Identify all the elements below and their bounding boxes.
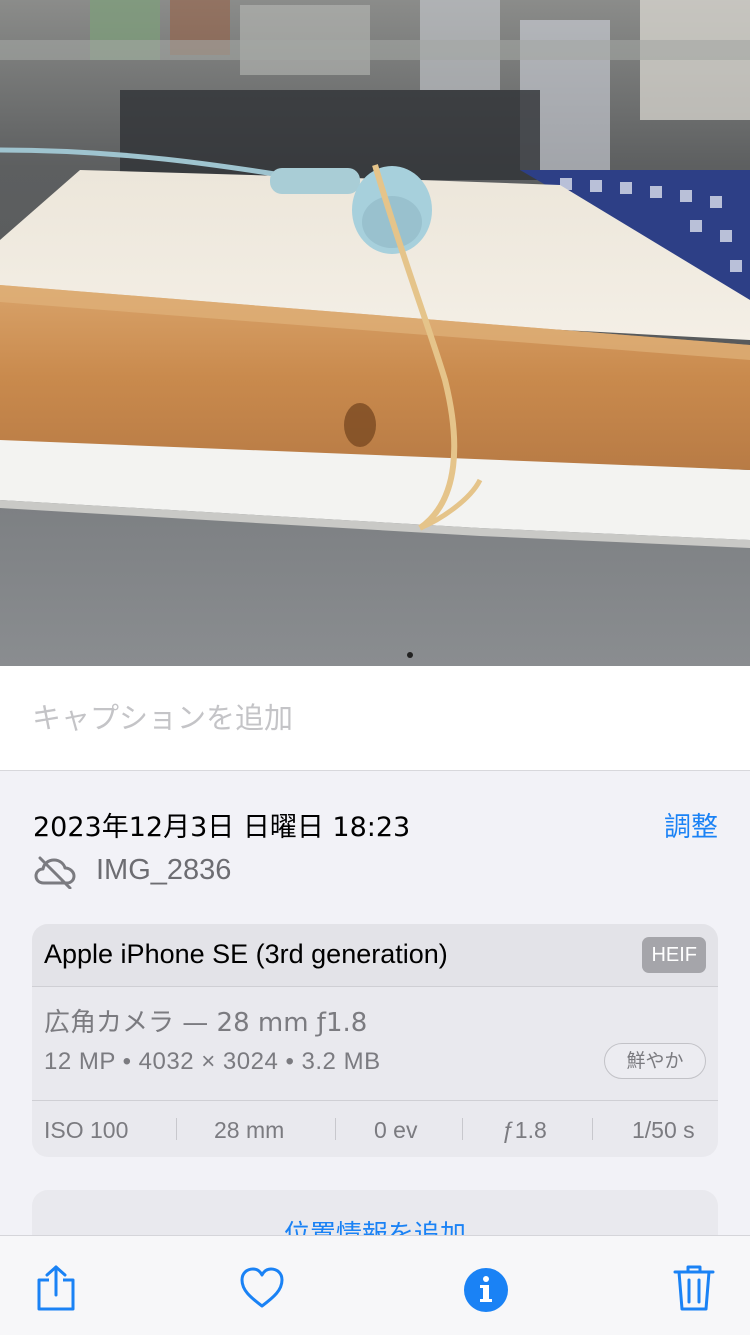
share-icon[interactable] (34, 1264, 78, 1312)
photo-date: 2023年12月3日 日曜日 18:23 (33, 812, 411, 843)
lens-info: 広角カメラ — 28 mm ƒ1.8 (44, 1008, 368, 1038)
exif-focal-length: 28 mm (214, 1117, 285, 1143)
caption-input[interactable] (32, 696, 712, 740)
exif-iso: ISO 100 (44, 1117, 129, 1143)
photographic-style-badge: 鮮やか (604, 1043, 706, 1079)
exif-divider (335, 1118, 336, 1140)
icloud-slash-icon (34, 856, 76, 889)
photo-viewer[interactable] (0, 0, 750, 666)
heart-icon[interactable] (238, 1264, 286, 1312)
exif-divider (176, 1118, 177, 1140)
bottom-toolbar (0, 1235, 750, 1335)
metadata-header: Apple iPhone SE (3rd generation) HEIF (32, 924, 718, 987)
adjust-date-button[interactable]: 調整 (664, 805, 718, 844)
caption-section (0, 666, 750, 771)
exif-divider (592, 1118, 593, 1140)
exif-row: ISO 100 28 mm 0 ev ƒ1.8 1/50 s (32, 1100, 718, 1157)
info-panel: 2023年12月3日 日曜日 18:23 調整 IMG_2836 Apple i… (0, 771, 750, 1270)
image-specs: 12 MP • 4032 × 3024 • 3.2 MB (44, 1048, 381, 1075)
exif-exposure-bias: 0 ev (374, 1117, 418, 1143)
metadata-card: Apple iPhone SE (3rd generation) HEIF 広角… (32, 924, 718, 1157)
photo-filename: IMG_2836 (96, 854, 232, 886)
device-name: Apple iPhone SE (3rd generation) (44, 939, 448, 969)
info-icon[interactable] (462, 1264, 510, 1312)
format-badge: HEIF (642, 937, 706, 973)
exif-divider (462, 1118, 463, 1140)
exif-aperture: ƒ1.8 (502, 1117, 547, 1143)
photo-image (0, 0, 750, 666)
exif-shutter-speed: 1/50 s (632, 1117, 695, 1143)
trash-icon[interactable] (672, 1264, 716, 1312)
